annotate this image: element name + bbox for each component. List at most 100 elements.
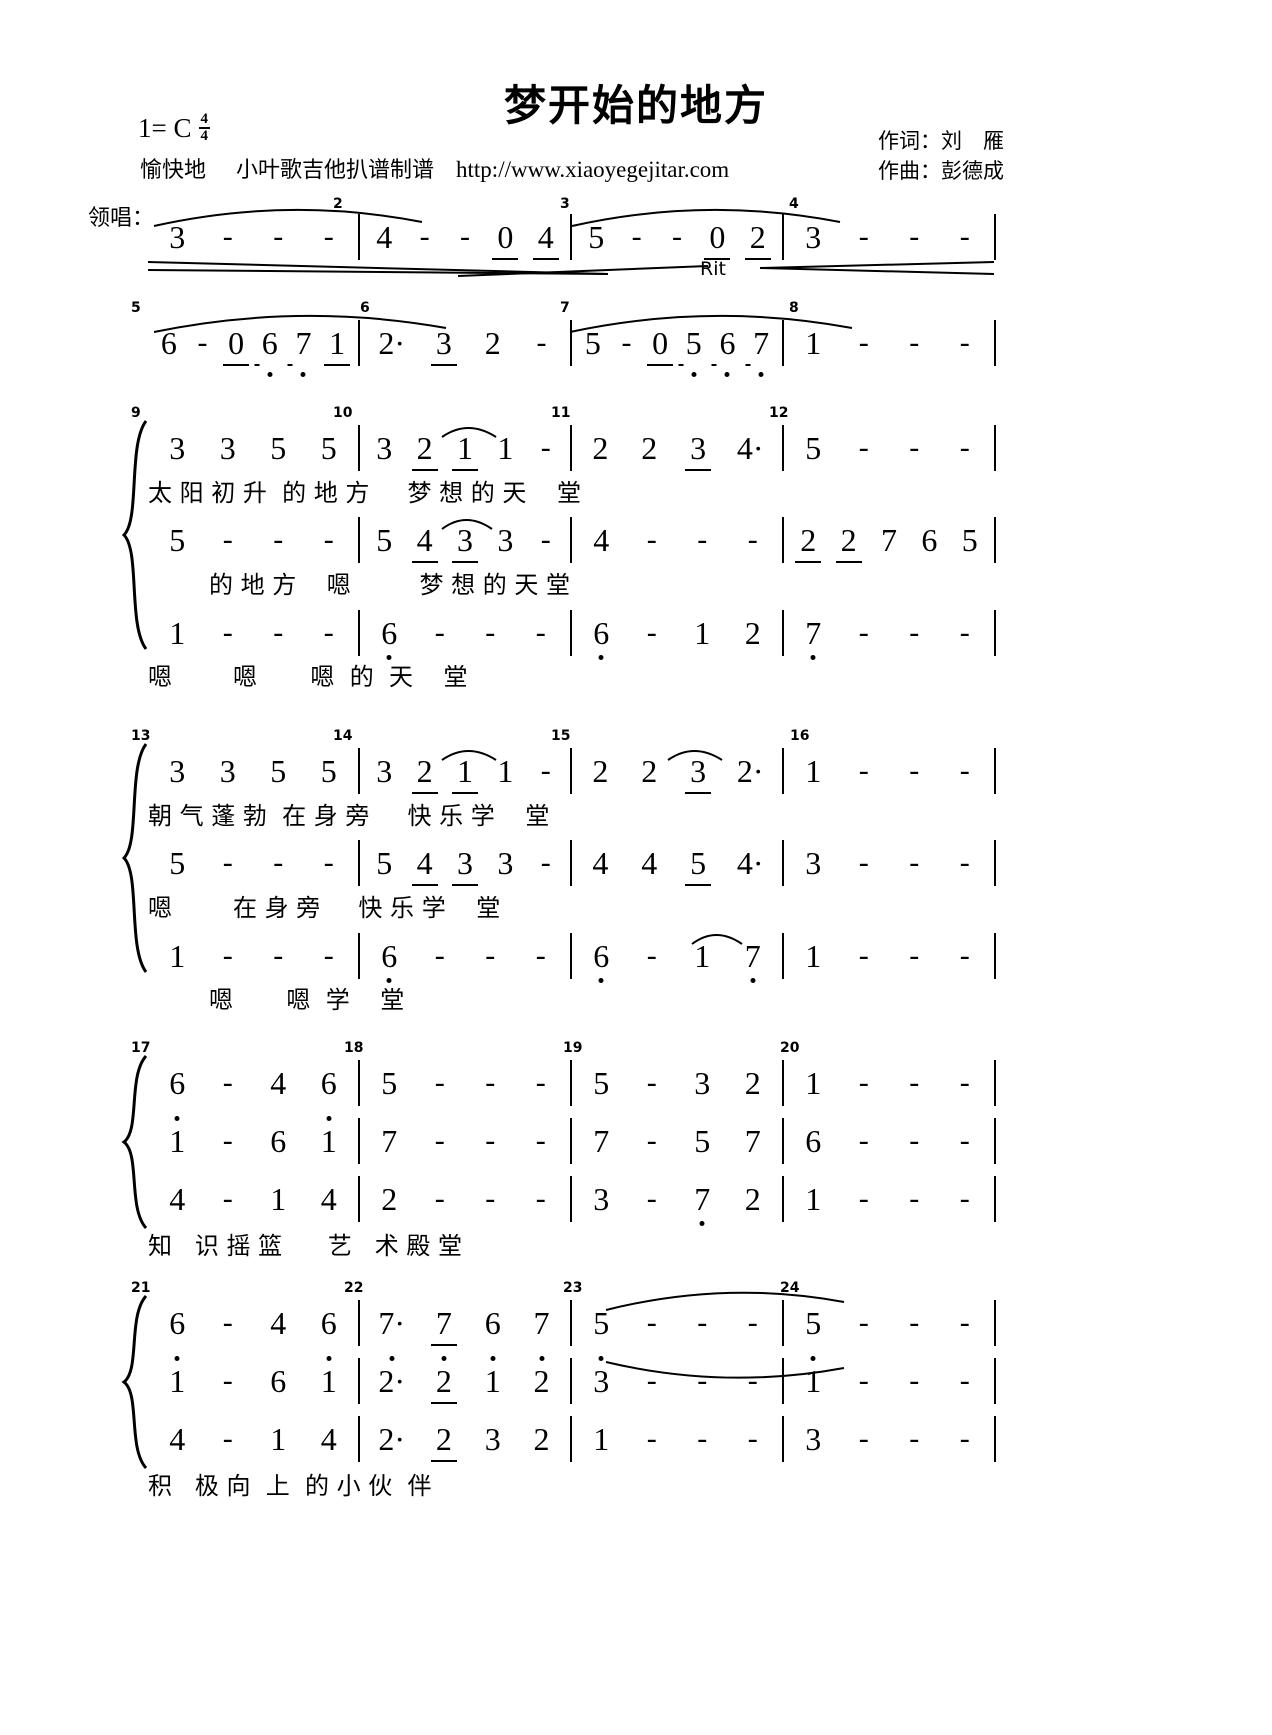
- tempo-and-source: 愉快地 小叶歌吉他扒谱制谱 http://www.xiaoyegejitar.c…: [140, 152, 729, 184]
- measure: 5 - 3 2: [572, 1060, 784, 1106]
- voice-lead: 6 - 0 6 7 1 2· 3 2 - 5 - 0 5 6 7 1 - - -: [148, 320, 996, 377]
- note: -: [858, 1364, 869, 1397]
- measure: 5 - - -: [148, 840, 360, 886]
- note: 5: [684, 327, 704, 377]
- note: 7: [694, 1181, 711, 1217]
- voice-bass: 1 - - - 6 - - - 6 - 1 2 7 - - -: [148, 610, 996, 656]
- measure: 6 - - -: [360, 933, 572, 979]
- credits: 作词：刘 雁 作曲：彭德成: [878, 126, 1004, 187]
- note: -: [222, 1422, 233, 1455]
- note: -: [959, 220, 970, 253]
- time-signature-numerator: 4: [198, 111, 210, 130]
- hairpin-lines: [148, 261, 995, 277]
- note: 1: [324, 325, 351, 366]
- measure: 2· 2 1 2: [360, 1358, 572, 1404]
- voice-alto: 1 - 6 1 7 - - - 7 - 5 7 6 - - -: [148, 1118, 996, 1164]
- measure: 3 - 7 2: [572, 1176, 784, 1222]
- measure-number: 2: [333, 196, 343, 212]
- measure: 6 - 1 7: [572, 933, 784, 979]
- note: -: [540, 846, 551, 879]
- note: 2: [533, 1421, 550, 1457]
- note: 7: [430, 1305, 457, 1346]
- measure: 6 - 1 2: [572, 610, 784, 656]
- note: -: [434, 616, 445, 649]
- note: -: [747, 1422, 758, 1455]
- note: -: [747, 523, 758, 556]
- note: 2: [411, 753, 438, 794]
- tempo-marking: 愉快地: [140, 158, 207, 183]
- note: 6: [805, 1123, 822, 1159]
- note: 5: [320, 430, 337, 466]
- sheet-music-page: 梦开始的地方 1= C 4 4 愉快地 小叶歌吉他扒谱制谱 http://www…: [0, 0, 1272, 1735]
- note: -: [959, 1422, 970, 1455]
- note: 5: [805, 1305, 822, 1341]
- note: -: [273, 220, 284, 253]
- note: -: [273, 939, 284, 972]
- note: -: [485, 1066, 496, 1099]
- note: 2·: [378, 1421, 406, 1457]
- note: 0: [223, 325, 250, 366]
- note: 2: [795, 522, 822, 563]
- voice-soprano: 6 - 4 6 5 - - - 5 - 3 2 1 - - -: [148, 1060, 996, 1106]
- note: -: [419, 220, 430, 253]
- note: -: [959, 1066, 970, 1099]
- note: -: [909, 431, 920, 464]
- note: 6: [381, 938, 398, 974]
- note: 6: [484, 1305, 501, 1341]
- note: -: [535, 939, 546, 972]
- note: -: [959, 939, 970, 972]
- measure: 5 - - -: [784, 425, 996, 471]
- note: -: [323, 846, 334, 879]
- measure: 5 - - 0 2: [572, 214, 784, 260]
- note: 2·: [378, 325, 406, 361]
- note: -: [273, 616, 284, 649]
- note: -: [858, 754, 869, 787]
- note: -: [697, 523, 708, 556]
- note: 3: [169, 753, 186, 789]
- note: -: [197, 326, 208, 359]
- note: -: [646, 1306, 657, 1339]
- voice-alto: 5 - - - 5 4 3 3 - 4 - - - 2 2 7 6 5: [148, 517, 996, 563]
- lyrics-alto: 的 地 方 嗯 梦 想 的 天 堂: [148, 571, 570, 599]
- note: 3: [169, 219, 186, 255]
- note: 3: [169, 430, 186, 466]
- note: -: [536, 326, 547, 359]
- note: 4: [376, 219, 393, 255]
- voice-soprano: 6 - 4 6 7· 7 6 7 5 - - - 5 - - -: [148, 1300, 996, 1346]
- note: -: [909, 1124, 920, 1157]
- note: -: [959, 1182, 970, 1215]
- note: 2·: [736, 753, 764, 789]
- note: -: [646, 1422, 657, 1455]
- note: -: [959, 326, 970, 359]
- measure-number: 16: [790, 728, 810, 744]
- note: 3: [451, 522, 478, 563]
- note: 3: [484, 1421, 501, 1457]
- note: -: [535, 1182, 546, 1215]
- note: -: [909, 1364, 920, 1397]
- note: 3: [430, 325, 457, 366]
- note: 5: [584, 325, 601, 361]
- time-signature-denominator: 4: [200, 128, 209, 145]
- note: 2: [641, 430, 658, 466]
- note: -: [646, 1066, 657, 1099]
- measure: 4 - - 0 4: [360, 214, 572, 260]
- note: 7: [381, 1123, 398, 1159]
- note: 1: [805, 938, 822, 974]
- note: 1: [169, 1363, 186, 1399]
- measure-number: 22: [344, 1280, 364, 1296]
- note: -: [535, 616, 546, 649]
- note: -: [858, 326, 869, 359]
- note: 5: [169, 522, 186, 558]
- rit-marking: Rit: [700, 258, 726, 280]
- measure: 2· 2 3 2: [360, 1416, 572, 1462]
- measure: 5 - - -: [148, 517, 360, 563]
- note: -: [222, 1182, 233, 1215]
- measure: 1 - - -: [784, 933, 996, 979]
- note: -: [959, 431, 970, 464]
- note: -: [909, 754, 920, 787]
- measure-number: 20: [780, 1040, 800, 1056]
- note: 1: [694, 938, 711, 974]
- measure: 6 - - -: [784, 1118, 996, 1164]
- lyrics-soprano: 太 阳 初 升 的 地 方 梦 想 的 天 堂: [148, 479, 581, 507]
- voice-bass: 4 - 1 4 2· 2 3 2 1 - - - 3 - - -: [148, 1416, 996, 1462]
